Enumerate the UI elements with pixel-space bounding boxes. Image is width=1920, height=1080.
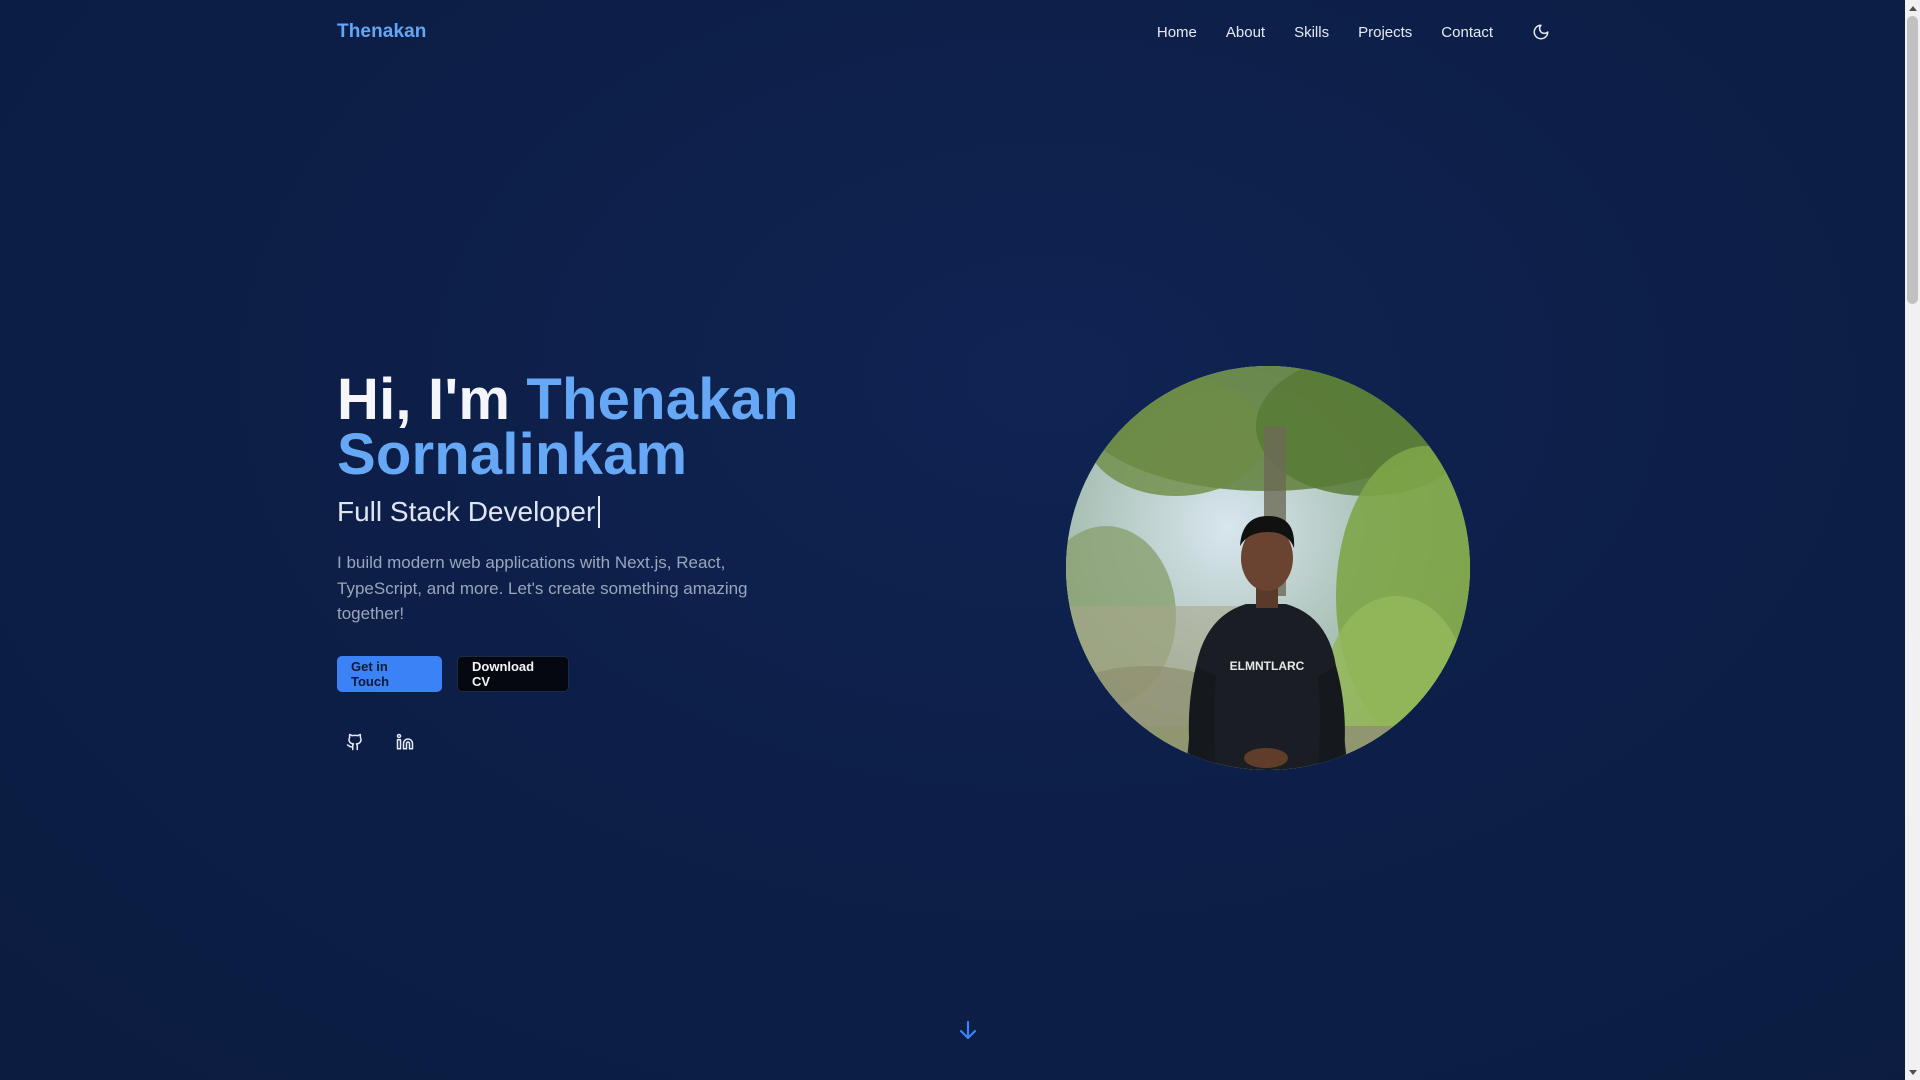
hero-intro: Hi, I'm Thenakan Sornalinkam Full Stack … xyxy=(337,371,857,760)
hero-description: I build modern web applications with Nex… xyxy=(337,553,748,623)
linkedin-link[interactable] xyxy=(387,724,423,760)
hero-title: Hi, I'm Thenakan Sornalinkam xyxy=(337,371,857,484)
arrow-down-icon xyxy=(959,1020,977,1040)
moon-icon xyxy=(1533,24,1549,40)
hero-subtitle-row: Full Stack Developer xyxy=(337,496,857,528)
linkedin-icon xyxy=(396,733,414,749)
shirt-text: ELMNTLARC xyxy=(1230,659,1305,673)
page-scrollbar[interactable] xyxy=(1905,0,1920,1080)
scroll-up-arrow-icon[interactable] xyxy=(1905,0,1920,15)
hero-subtitle: Full Stack Developer xyxy=(337,496,596,527)
scroll-down-button[interactable] xyxy=(954,1016,982,1044)
nav-link-contact[interactable]: Contact xyxy=(1441,24,1493,41)
nav-link-home[interactable]: Home xyxy=(1157,24,1197,41)
nav-link-about[interactable]: About xyxy=(1226,24,1265,41)
github-link[interactable] xyxy=(337,724,373,760)
profile-photo: ELMNTLARC xyxy=(1066,366,1470,770)
hero-buttons: Get in Touch Download CV xyxy=(337,655,857,692)
download-cv-button[interactable]: Download CV xyxy=(457,655,569,692)
nav-link-skills[interactable]: Skills xyxy=(1294,24,1329,41)
nav-right: Home About Skills Projects Contact xyxy=(1157,14,1559,50)
brand-logo[interactable]: Thenakan xyxy=(337,21,427,43)
github-icon xyxy=(346,733,362,750)
nav-links: Home About Skills Projects Contact xyxy=(1157,24,1493,41)
social-links xyxy=(337,724,857,760)
navbar: Thenakan Home About Skills Projects Cont… xyxy=(337,0,1559,64)
scrollbar-thumb[interactable] xyxy=(1907,16,1918,304)
scroll-down-arrow-icon[interactable] xyxy=(1905,1065,1920,1080)
typing-caret xyxy=(598,496,601,528)
hero-name-last: Sornalinkam xyxy=(337,422,688,487)
nav-link-projects[interactable]: Projects xyxy=(1358,24,1412,41)
theme-toggle-button[interactable] xyxy=(1523,14,1559,50)
page: Thenakan Home About Skills Projects Cont… xyxy=(0,0,1905,1080)
profile-photo-illustration: ELMNTLARC xyxy=(1066,366,1470,770)
get-in-touch-button[interactable]: Get in Touch xyxy=(337,655,442,692)
